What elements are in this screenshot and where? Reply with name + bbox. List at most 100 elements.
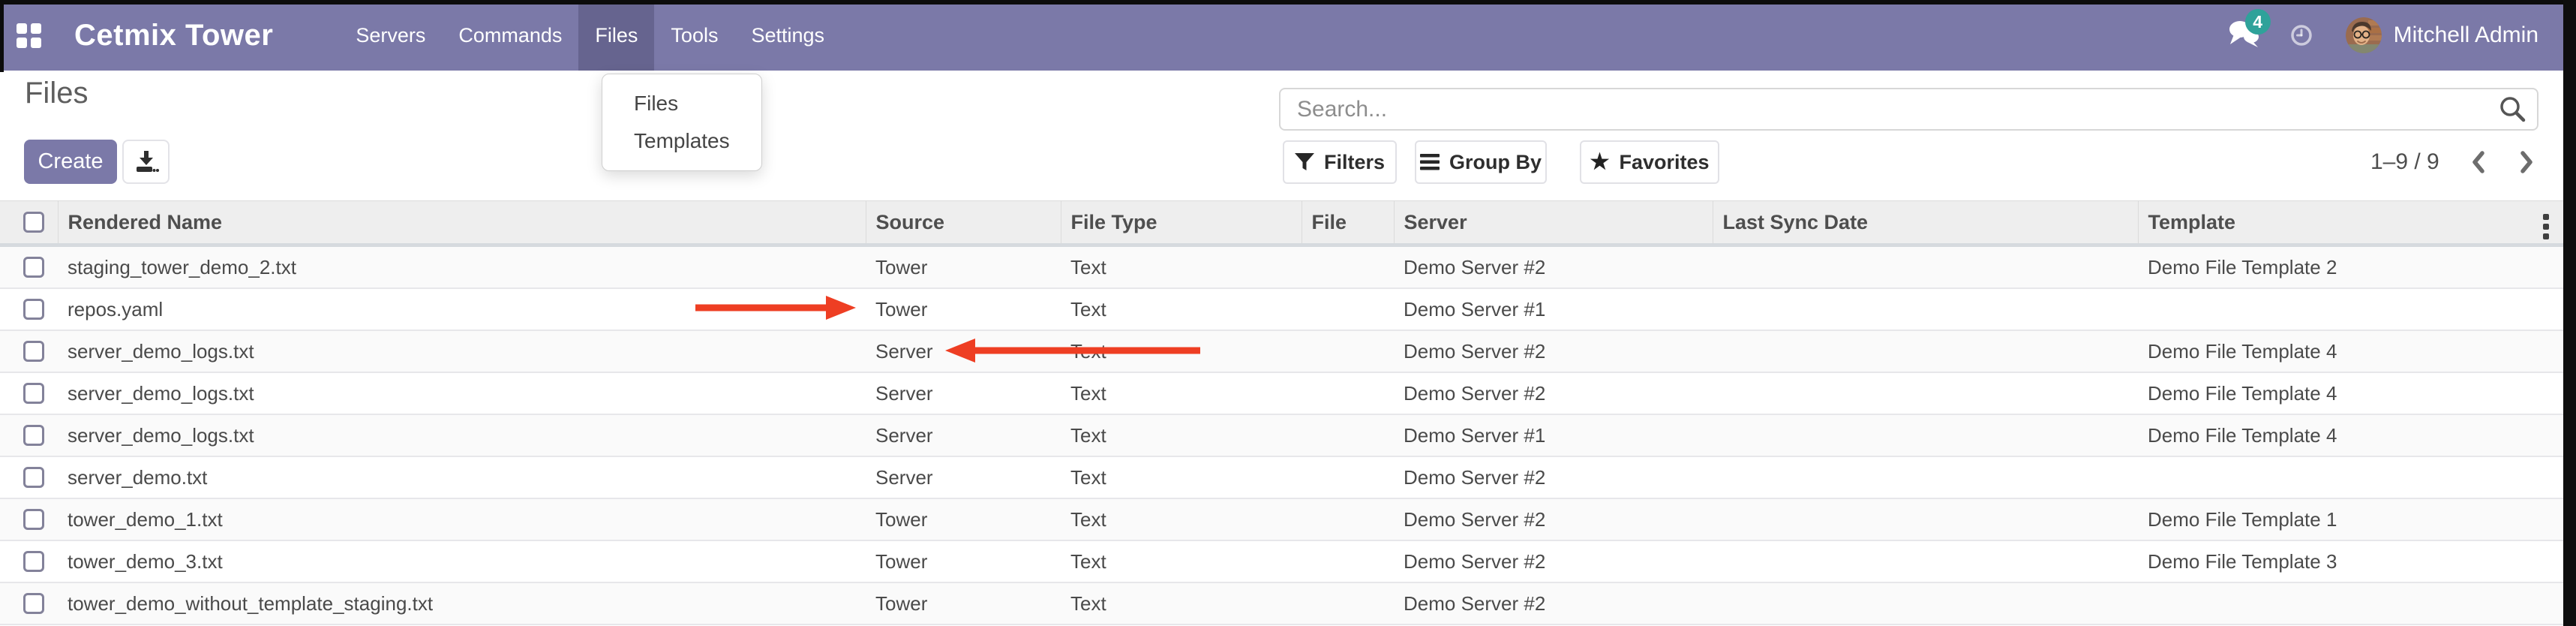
pager-next-button[interactable] bbox=[2517, 149, 2535, 175]
cell-server[interactable]: Demo Server #2 bbox=[1394, 498, 1713, 540]
cell-server[interactable]: Demo Server #2 bbox=[1394, 540, 1713, 582]
cell-last-sync-date[interactable] bbox=[1713, 330, 2138, 372]
cell-file[interactable] bbox=[1302, 414, 1394, 456]
table-row[interactable]: staging_tower_demo_2.txt Tower Text Demo… bbox=[0, 245, 2563, 289]
select-all-checkbox[interactable] bbox=[23, 212, 44, 233]
cell-template[interactable]: Demo File Template 4 bbox=[2138, 414, 2563, 456]
cell-template[interactable] bbox=[2138, 288, 2563, 330]
cell-template[interactable] bbox=[2138, 456, 2563, 498]
col-last-sync-date[interactable]: Last Sync Date bbox=[1713, 201, 2138, 245]
cell-last-sync-date[interactable] bbox=[1713, 288, 2138, 330]
apps-grid-icon[interactable] bbox=[17, 23, 41, 48]
table-row[interactable]: tower_demo_3.txt Tower Text Demo Server … bbox=[0, 540, 2563, 582]
optional-columns-icon[interactable] bbox=[2543, 214, 2549, 239]
row-checkbox[interactable] bbox=[23, 467, 44, 488]
row-checkbox[interactable] bbox=[23, 425, 44, 446]
create-button[interactable]: Create bbox=[24, 140, 117, 184]
cell-server[interactable]: Demo Server #2 bbox=[1394, 456, 1713, 498]
cell-rendered-name[interactable]: tower_demo_without_template_staging.txt bbox=[58, 582, 866, 624]
cell-template[interactable]: Demo File Template 4 bbox=[2138, 330, 2563, 372]
cell-file-type[interactable]: Text bbox=[1061, 288, 1302, 330]
cell-last-sync-date[interactable] bbox=[1713, 498, 2138, 540]
nav-item-files[interactable]: Files bbox=[578, 0, 654, 71]
row-checkbox[interactable] bbox=[23, 593, 44, 614]
cell-source[interactable]: Tower bbox=[866, 498, 1061, 540]
cell-source[interactable]: Tower bbox=[866, 245, 1061, 289]
cell-file[interactable] bbox=[1302, 456, 1394, 498]
cell-file-type[interactable]: Text bbox=[1061, 414, 1302, 456]
cell-last-sync-date[interactable] bbox=[1713, 540, 2138, 582]
cell-server[interactable]: Demo Server #2 bbox=[1394, 372, 1713, 414]
cell-rendered-name[interactable]: server_demo_logs.txt bbox=[58, 330, 866, 372]
export-button[interactable] bbox=[122, 140, 170, 184]
nav-item-servers[interactable]: Servers bbox=[339, 0, 442, 71]
cell-server[interactable]: Demo Server #2 bbox=[1394, 582, 1713, 624]
group-by-button[interactable]: Group By bbox=[1415, 140, 1547, 184]
pager-previous-button[interactable] bbox=[2469, 149, 2487, 175]
cell-rendered-name[interactable]: staging_tower_demo_2.txt bbox=[58, 245, 866, 289]
cell-template[interactable] bbox=[2138, 582, 2563, 624]
cell-server[interactable]: Demo Server #1 bbox=[1394, 414, 1713, 456]
cell-rendered-name[interactable]: server_demo_logs.txt bbox=[58, 414, 866, 456]
cell-server[interactable]: Demo Server #2 bbox=[1394, 245, 1713, 289]
cell-server[interactable]: Demo Server #1 bbox=[1394, 288, 1713, 330]
cell-last-sync-date[interactable] bbox=[1713, 372, 2138, 414]
cell-source[interactable]: Tower bbox=[866, 288, 1061, 330]
cell-server[interactable]: Demo Server #2 bbox=[1394, 330, 1713, 372]
col-rendered-name[interactable]: Rendered Name bbox=[58, 201, 866, 245]
col-source[interactable]: Source bbox=[866, 201, 1061, 245]
cell-template[interactable]: Demo File Template 4 bbox=[2138, 372, 2563, 414]
row-checkbox[interactable] bbox=[23, 299, 44, 320]
cell-file-type[interactable]: Text bbox=[1061, 498, 1302, 540]
row-checkbox[interactable] bbox=[23, 383, 44, 404]
cell-template[interactable]: Demo File Template 3 bbox=[2138, 540, 2563, 582]
cell-file[interactable] bbox=[1302, 582, 1394, 624]
cell-file[interactable] bbox=[1302, 540, 1394, 582]
cell-file-type[interactable]: Text bbox=[1061, 456, 1302, 498]
nav-item-tools[interactable]: Tools bbox=[654, 0, 734, 71]
cell-source[interactable]: Server bbox=[866, 414, 1061, 456]
cell-template[interactable]: Demo File Template 1 bbox=[2138, 498, 2563, 540]
table-row[interactable]: server_demo_logs.txt Server Text Demo Se… bbox=[0, 330, 2563, 372]
row-checkbox[interactable] bbox=[23, 551, 44, 572]
cell-last-sync-date[interactable] bbox=[1713, 245, 2138, 289]
cell-template[interactable]: Demo File Template 2 bbox=[2138, 245, 2563, 289]
cell-last-sync-date[interactable] bbox=[1713, 582, 2138, 624]
cell-source[interactable]: Server bbox=[866, 330, 1061, 372]
cell-rendered-name[interactable]: server_demo_logs.txt bbox=[58, 372, 866, 414]
cell-file-type[interactable]: Text bbox=[1061, 540, 1302, 582]
cell-file-type[interactable]: Text bbox=[1061, 582, 1302, 624]
col-file-type[interactable]: File Type bbox=[1061, 201, 1302, 245]
cell-file[interactable] bbox=[1302, 372, 1394, 414]
avatar[interactable] bbox=[2346, 17, 2382, 53]
cell-file[interactable] bbox=[1302, 245, 1394, 289]
activities-menu[interactable] bbox=[2290, 24, 2313, 47]
table-row[interactable]: tower_demo_1.txt Tower Text Demo Server … bbox=[0, 498, 2563, 540]
table-row[interactable]: repos.yaml Tower Text Demo Server #1 bbox=[0, 288, 2563, 330]
cell-file[interactable] bbox=[1302, 288, 1394, 330]
table-row[interactable]: server_demo_logs.txt Server Text Demo Se… bbox=[0, 372, 2563, 414]
dropdown-item-files[interactable]: Files bbox=[602, 85, 761, 122]
cell-last-sync-date[interactable] bbox=[1713, 414, 2138, 456]
cell-rendered-name[interactable]: tower_demo_1.txt bbox=[58, 498, 866, 540]
search-icon[interactable] bbox=[2499, 95, 2526, 127]
cell-source[interactable]: Tower bbox=[866, 582, 1061, 624]
cell-source[interactable]: Server bbox=[866, 372, 1061, 414]
row-checkbox[interactable] bbox=[23, 341, 44, 362]
cell-file-type[interactable]: Text bbox=[1061, 372, 1302, 414]
pager-range[interactable]: 1–9 / 9 bbox=[2370, 149, 2439, 175]
col-server[interactable]: Server bbox=[1394, 201, 1713, 245]
cell-file-type[interactable]: Text bbox=[1061, 330, 1302, 372]
user-menu[interactable]: Mitchell Admin bbox=[2394, 23, 2538, 48]
table-row[interactable]: server_demo.txt Server Text Demo Server … bbox=[0, 456, 2563, 498]
messages-menu[interactable]: 4 bbox=[2227, 18, 2265, 53]
dropdown-item-templates[interactable]: Templates bbox=[602, 122, 761, 160]
cell-source[interactable]: Tower bbox=[866, 540, 1061, 582]
search-input[interactable] bbox=[1279, 88, 2538, 131]
filters-button[interactable]: Filters bbox=[1283, 140, 1397, 184]
nav-item-settings[interactable]: Settings bbox=[734, 0, 841, 71]
row-checkbox[interactable] bbox=[23, 509, 44, 530]
cell-file[interactable] bbox=[1302, 498, 1394, 540]
favorites-button[interactable]: ★ Favorites bbox=[1580, 140, 1719, 184]
cell-rendered-name[interactable]: tower_demo_3.txt bbox=[58, 540, 866, 582]
